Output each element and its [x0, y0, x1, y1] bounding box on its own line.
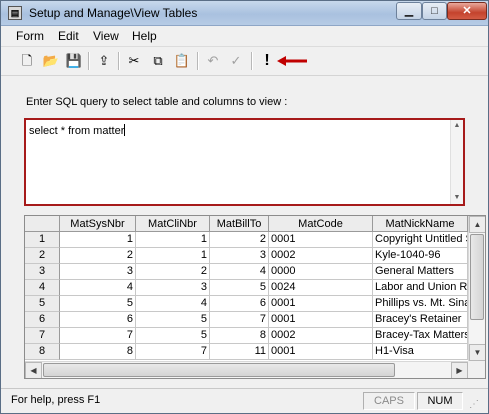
table-cell[interactable]: 5	[136, 328, 210, 344]
scroll-left-icon[interactable]: ◀	[25, 362, 42, 378]
save-icon[interactable]: 💾	[64, 52, 84, 70]
caps-indicator: CAPS	[363, 392, 415, 410]
status-text: For help, press F1	[11, 394, 101, 406]
row-header[interactable]: 5	[25, 296, 60, 312]
column-header[interactable]: MatNickName	[373, 216, 468, 232]
maximize-button[interactable]: □	[422, 2, 447, 20]
status-bar: For help, press F1 CAPS NUM ⋰	[1, 388, 488, 413]
scroll-up-icon[interactable]: ▲	[469, 216, 485, 233]
table-cell[interactable]: 7	[136, 344, 210, 360]
table-cell[interactable]: 2	[136, 264, 210, 280]
table-cell[interactable]: 4	[210, 264, 269, 280]
vertical-scroll-thumb[interactable]	[470, 234, 484, 320]
cut-icon[interactable]: ✂	[124, 52, 144, 70]
table-cell[interactable]: 1	[136, 232, 210, 248]
table-cell[interactable]: 4	[60, 280, 136, 296]
table-cell[interactable]: 8	[210, 328, 269, 344]
copy-icon[interactable]: ⧉	[148, 52, 168, 70]
open-icon[interactable]: 📂	[41, 52, 61, 70]
scroll-up-icon[interactable]: ▲	[451, 120, 463, 132]
scroll-down-icon[interactable]: ▼	[451, 192, 463, 204]
table-cell[interactable]: 3	[210, 248, 269, 264]
row-header[interactable]: 8	[25, 344, 60, 360]
table-cell[interactable]: 1	[60, 232, 136, 248]
table-cell[interactable]: 0002	[269, 248, 373, 264]
table-cell[interactable]: Kyle-1040-96	[373, 248, 468, 264]
table-cell[interactable]: 0001	[269, 296, 373, 312]
minimize-button[interactable]: ▁	[396, 2, 422, 20]
scroll-right-icon[interactable]: ▶	[451, 362, 468, 378]
resize-grip-icon[interactable]: ⋰	[469, 398, 483, 412]
table-cell[interactable]: 5	[136, 312, 210, 328]
table-cell[interactable]: Phillips vs. Mt. Sina	[373, 296, 468, 312]
sql-scrollbar[interactable]: ▲ ▼	[450, 120, 463, 204]
row-header[interactable]: 1	[25, 232, 60, 248]
results-grid[interactable]: MatSysNbr MatCliNbr MatBillTo MatCode MatNic…	[24, 215, 486, 379]
new-icon[interactable]: 🗋	[17, 52, 37, 70]
table-cell[interactable]: 2	[210, 232, 269, 248]
table-cell[interactable]: Copyright Untitled S	[373, 232, 468, 248]
menu-bar: Form Edit View Help	[1, 26, 488, 47]
table-cell[interactable]: 7	[210, 312, 269, 328]
table-cell[interactable]: Bracey's Retainer	[373, 312, 468, 328]
toolbar: 🗋 📂 💾 ⇪ ✂ ⧉ 📋 ↶ ✓ !	[1, 47, 488, 76]
row-header[interactable]: 7	[25, 328, 60, 344]
grid-horizontal-scrollbar[interactable]: ◀ ▶	[25, 361, 468, 378]
table-cell[interactable]: 1	[136, 248, 210, 264]
row-header[interactable]: 3	[25, 264, 60, 280]
table-cell[interactable]: 0001	[269, 312, 373, 328]
table-cell[interactable]: 2	[60, 248, 136, 264]
sql-query-input[interactable]: select * from matter ▲ ▼	[24, 118, 465, 206]
up-folder-icon[interactable]: ⇪	[94, 52, 114, 70]
table-cell[interactable]: 7	[60, 328, 136, 344]
text-caret	[124, 124, 126, 136]
query-prompt: Enter SQL query to select table and colu…	[26, 96, 288, 108]
window-title: Setup and Manage\View Tables	[29, 6, 198, 20]
column-header[interactable]: MatCliNbr	[136, 216, 210, 232]
num-indicator: NUM	[417, 392, 463, 410]
spellcheck-icon[interactable]: ✓	[226, 52, 246, 70]
title-bar[interactable]: ▤ Setup and Manage\View Tables ▁ □ ✕	[1, 1, 488, 26]
execute-icon[interactable]: !	[257, 52, 277, 70]
column-header[interactable]: MatBillTo	[210, 216, 269, 232]
undo-icon[interactable]: ↶	[203, 52, 223, 70]
menu-form[interactable]: Form	[16, 29, 44, 43]
row-header[interactable]: 6	[25, 312, 60, 328]
table-cell[interactable]: 5	[60, 296, 136, 312]
row-header[interactable]: 2	[25, 248, 60, 264]
menu-view[interactable]: View	[93, 29, 119, 43]
table-cell[interactable]: General Matters	[373, 264, 468, 280]
row-header[interactable]: 4	[25, 280, 60, 296]
table-cell[interactable]: 5	[210, 280, 269, 296]
column-header[interactable]: MatCode	[269, 216, 373, 232]
table-cell[interactable]: H1-Visa	[373, 344, 468, 360]
table-cell[interactable]: 3	[136, 280, 210, 296]
close-button[interactable]: ✕	[447, 2, 487, 20]
menu-edit[interactable]: Edit	[58, 29, 79, 43]
table-cell[interactable]: 0001	[269, 344, 373, 360]
table-cell[interactable]: 0001	[269, 232, 373, 248]
table-cell[interactable]: 6	[210, 296, 269, 312]
paste-icon[interactable]: 📋	[172, 52, 192, 70]
sql-query-text: select * from matter	[29, 125, 125, 137]
scroll-down-icon[interactable]: ▼	[469, 344, 485, 361]
table-cell[interactable]: 4	[136, 296, 210, 312]
red-arrow-annotation-icon	[277, 56, 307, 66]
table-cell[interactable]: 11	[210, 344, 269, 360]
table-cell[interactable]: Labor and Union R	[373, 280, 468, 296]
table-cell[interactable]: 0002	[269, 328, 373, 344]
grid-vertical-scrollbar[interactable]: ▲ ▼	[468, 216, 485, 361]
menu-help[interactable]: Help	[132, 29, 157, 43]
column-header[interactable]: MatSysNbr	[60, 216, 136, 232]
grid-corner-header[interactable]	[25, 216, 60, 232]
main-window: ▤ Setup and Manage\View Tables ▁ □ ✕ For…	[0, 0, 489, 414]
table-cell[interactable]: 8	[60, 344, 136, 360]
app-icon[interactable]: ▤	[8, 6, 22, 20]
horizontal-scroll-thumb[interactable]	[43, 363, 395, 377]
table-cell[interactable]: 3	[60, 264, 136, 280]
table-cell[interactable]: 6	[60, 312, 136, 328]
table-cell[interactable]: 0024	[269, 280, 373, 296]
table-cell[interactable]: 0000	[269, 264, 373, 280]
table-cell[interactable]: Bracey-Tax Matters	[373, 328, 468, 344]
